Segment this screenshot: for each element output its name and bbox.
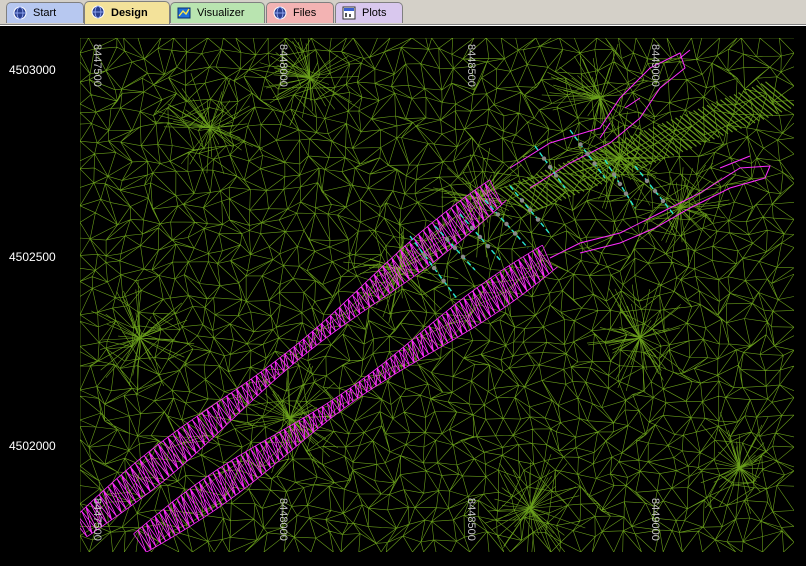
section-node (431, 265, 437, 271)
y-axis-label: 4503000 (9, 63, 56, 77)
y-axis-label: 4502500 (9, 250, 56, 264)
y-axis-label: 4502000 (9, 439, 56, 453)
tab-start-label: Start (33, 7, 57, 19)
section-node (444, 237, 450, 242)
section-node (495, 212, 501, 217)
x-axis-bottom-label: 8448500 (465, 498, 477, 541)
tab-bar: Start Design Visualizer Files Plots (0, 0, 806, 25)
section-node (519, 198, 525, 203)
tab-files[interactable]: Files (266, 2, 334, 23)
mesh-plot-svg[interactable]: 8447500 8448000 8448500 8449000 8447500 84480… (80, 38, 794, 552)
section-node (452, 245, 458, 251)
section-node (585, 151, 590, 157)
tab-plots-label: Plots (362, 7, 387, 19)
x-axis-top-label: 8449000 (649, 44, 661, 87)
tab-design-label: Design (111, 7, 148, 19)
section-node (553, 173, 559, 178)
section-node (527, 207, 533, 213)
globe-icon (13, 6, 27, 20)
section-node (660, 198, 666, 204)
tab-start[interactable]: Start (6, 2, 84, 23)
x-axis-bottom-label: 8448000 (277, 498, 289, 541)
section-node (422, 253, 427, 258)
section-node (485, 244, 491, 249)
x-axis-top-label: 8448000 (277, 44, 289, 87)
tab-visualizer[interactable]: Visualizer (170, 2, 265, 23)
mesh-plot-area[interactable]: 8447500 8448000 8448500 8449000 8447500 84480… (80, 38, 794, 552)
section-node (644, 178, 650, 184)
section-node (535, 217, 541, 222)
section-node (578, 142, 583, 147)
x-axis-bottom-label: 8449000 (649, 498, 661, 541)
plots-icon (342, 6, 356, 20)
tab-design[interactable]: Design (84, 1, 170, 24)
visualizer-icon (177, 7, 191, 19)
tab-plots[interactable]: Plots (335, 2, 403, 23)
section-node (592, 161, 597, 166)
tab-files-label: Files (293, 7, 317, 19)
globe-icon (91, 5, 105, 19)
section-node (617, 181, 623, 187)
section-node (623, 191, 629, 196)
section-node (547, 164, 553, 170)
section-node (460, 254, 466, 259)
section-node (469, 225, 475, 230)
tab-visualizer-label: Visualizer (197, 7, 245, 19)
section-node (504, 221, 509, 227)
section-node (441, 278, 446, 283)
x-axis-top-label: 8447500 (91, 44, 103, 87)
globe-icon (273, 6, 287, 20)
section-node (477, 234, 483, 240)
section-node (611, 172, 617, 177)
x-axis-bottom-label: 8447500 (91, 498, 103, 541)
section-node (652, 188, 658, 194)
section-node (512, 231, 518, 236)
x-axis-top-label: 8448500 (465, 44, 477, 87)
section-node (541, 156, 547, 161)
